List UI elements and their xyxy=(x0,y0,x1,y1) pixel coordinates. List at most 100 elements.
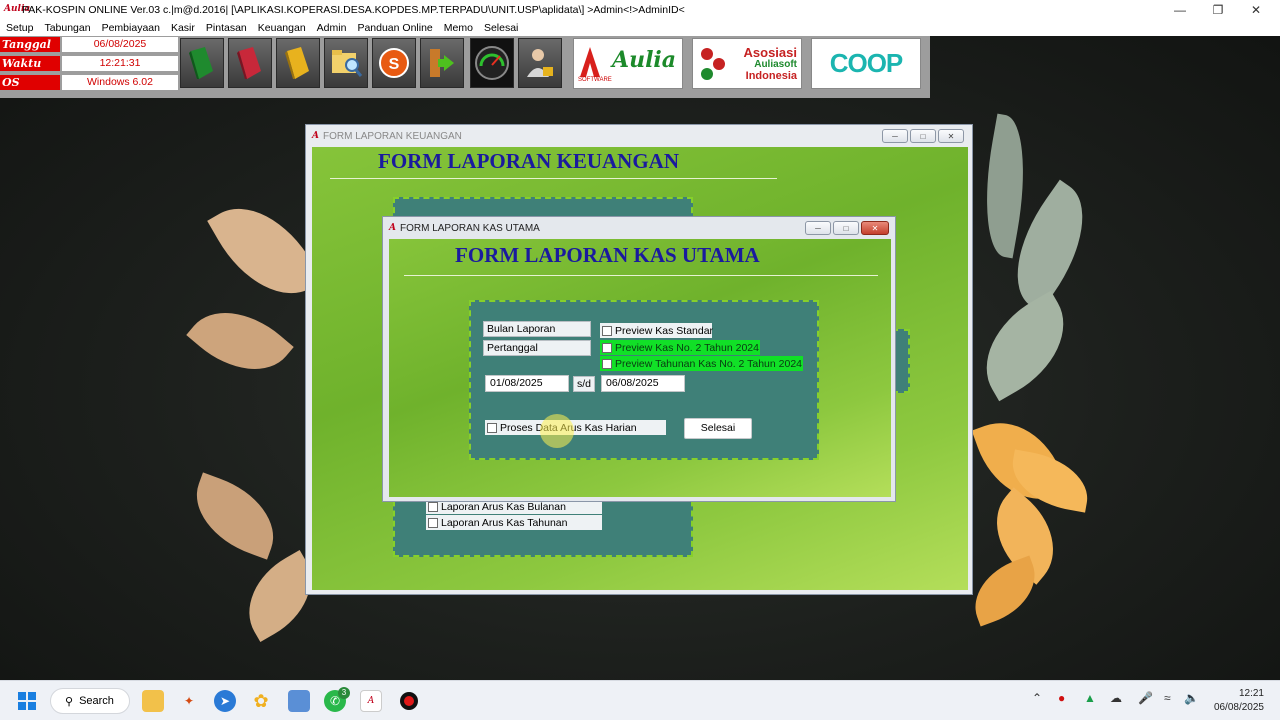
kas-utama-maximize-button[interactable]: □ xyxy=(833,221,859,235)
kas-utama-close-button[interactable]: ✕ xyxy=(861,221,889,235)
menu-bar: Setup Tabungan Pembiayaan Kasir Pintasan… xyxy=(0,20,1280,36)
firefox-fox-icon[interactable]: ✦ xyxy=(178,690,200,712)
asosiasi-line2: Auliasoft xyxy=(754,58,797,70)
keuangan-title-bar: A FORM LAPORAN KEUANGAN xyxy=(306,125,972,147)
kas-utama-options-panel: Bulan Laporan Pertanggal Preview Kas Sta… xyxy=(469,300,819,460)
chevron-up-icon[interactable]: ⌃ xyxy=(1032,691,1042,705)
close-icon[interactable]: ✕ xyxy=(1238,0,1274,20)
kas-utama-minimize-button[interactable]: ─ xyxy=(805,221,831,235)
taskbar-search[interactable]: ⚲ Search xyxy=(50,688,130,714)
app-logo-icon: Aulia xyxy=(4,4,31,14)
date-to-input[interactable]: 06/08/2025 xyxy=(601,375,685,392)
menu-admin[interactable]: Admin xyxy=(317,22,347,34)
selesai-button[interactable]: Selesai xyxy=(684,418,752,439)
laporan-arus-kas-tahunan-label: Laporan Arus Kas Tahunan xyxy=(441,516,568,529)
info-row-tanggal: Tanggal 06/08/2025 xyxy=(0,37,178,54)
decorative-leaf xyxy=(186,289,294,393)
menu-memo[interactable]: Memo xyxy=(444,22,473,34)
cursor-highlight xyxy=(540,414,574,448)
kas-utama-form-body: FORM LAPORAN KAS UTAMA Bulan Laporan Per… xyxy=(389,239,891,497)
asosiasi-line3: Indonesia xyxy=(745,69,797,82)
menu-panduan-online[interactable]: Panduan Online xyxy=(357,22,432,34)
asosiasi-line1: Asosiasi xyxy=(743,44,797,60)
bolt-app-icon[interactable]: ✿ xyxy=(250,690,272,712)
preview-tahunan-option[interactable]: Preview Tahunan Kas No. 2 Tahun 2024 xyxy=(600,356,803,371)
menu-kasir[interactable]: Kasir xyxy=(171,22,195,34)
menu-keuangan[interactable]: Keuangan xyxy=(258,22,306,34)
tanggal-value: 06/08/2025 xyxy=(62,37,178,52)
aulia-brand-text: Aulia xyxy=(612,47,677,73)
taskbar: ⚲ Search ✦ ➤ ✿ ✆ 3 A ⌃ ● ▲ ☁ 🎤 ≈ 🔈 12:21… xyxy=(0,680,1280,720)
app-title: PAK-KOSPIN ONLINE Ver.03 c.|m@d.2016| [\… xyxy=(22,4,685,16)
aulia-sub-text: SOFTWARE xyxy=(578,77,612,83)
preview-kas-standar-label: Preview Kas Standar xyxy=(615,324,714,337)
cloud-icon[interactable]: ☁ xyxy=(1110,691,1122,705)
green-book-icon[interactable] xyxy=(180,38,224,88)
whatsapp-badge: 3 xyxy=(338,687,350,699)
drive-icon[interactable]: ▲ xyxy=(1084,691,1096,705)
pertanggal-field[interactable]: Pertanggal xyxy=(483,340,591,356)
sd-label: s/d xyxy=(573,376,595,392)
preview-tahunan-label: Preview Tahunan Kas No. 2 Tahun 2024 xyxy=(615,357,802,370)
minimize-icon[interactable]: — xyxy=(1162,0,1198,20)
search-label: Search xyxy=(79,695,114,707)
checkbox-icon xyxy=(602,342,612,353)
kas-utama-heading-rule xyxy=(404,275,878,276)
speaker-icon[interactable]: 🔈 xyxy=(1184,691,1199,705)
notepad-icon[interactable] xyxy=(288,690,310,712)
keuangan-maximize-button[interactable]: □ xyxy=(910,129,936,143)
info-row-os: OS Windows 6.02 xyxy=(0,75,178,92)
checkbox-icon xyxy=(428,517,438,528)
menu-pintasan[interactable]: Pintasan xyxy=(206,22,247,34)
microphone-icon[interactable]: 🎤 xyxy=(1138,691,1153,705)
waktu-value: 12:21:31 xyxy=(62,56,178,71)
preview-kas-standar-option[interactable]: Preview Kas Standar xyxy=(600,323,714,338)
kas-utama-heading: FORM LAPORAN KAS UTAMA xyxy=(455,243,760,267)
checkbox-icon xyxy=(428,501,438,512)
gauge-icon[interactable] xyxy=(470,38,514,88)
laporan-arus-kas-tahunan-option[interactable]: Laporan Arus Kas Tahunan xyxy=(426,515,602,530)
windows-start-icon[interactable] xyxy=(16,690,38,712)
info-row-waktu: Waktu 12:21:31 xyxy=(0,56,178,73)
red-book-icon[interactable] xyxy=(228,38,272,88)
os-label: OS xyxy=(0,75,60,90)
menu-tabungan[interactable]: Tabungan xyxy=(44,22,90,34)
menu-pembiayaan[interactable]: Pembiayaan xyxy=(102,22,160,34)
recorder-icon[interactable] xyxy=(398,690,420,712)
proses-data-arus-kas-option[interactable]: Proses Data Arus Kas Harian xyxy=(485,420,666,435)
keuangan-close-button[interactable]: ✕ xyxy=(938,129,964,143)
app-title-bar: Aulia PAK-KOSPIN ONLINE Ver.03 c.|m@d.20… xyxy=(0,0,1280,20)
user-lock-icon[interactable] xyxy=(518,38,562,88)
form-laporan-kas-utama-window: A FORM LAPORAN KAS UTAMA ─ □ ✕ FORM LAPO… xyxy=(382,216,896,502)
record-indicator-icon[interactable]: ● xyxy=(1058,691,1065,705)
bulan-laporan-field[interactable]: Bulan Laporan xyxy=(483,321,591,337)
s-coin-icon[interactable]: S xyxy=(372,38,416,88)
checkbox-icon xyxy=(487,422,497,433)
file-explorer-icon[interactable] xyxy=(142,690,164,712)
preview-kas-no2-label: Preview Kas No. 2 Tahun 2024 xyxy=(615,341,759,354)
kas-utama-window-title: FORM LAPORAN KAS UTAMA xyxy=(399,222,540,234)
date-from-input[interactable]: 01/08/2025 xyxy=(485,375,569,392)
wifi-icon[interactable]: ≈ xyxy=(1164,691,1171,705)
keuangan-heading-rule xyxy=(330,178,777,179)
yellow-book-icon[interactable] xyxy=(276,38,320,88)
search-icon: ⚲ xyxy=(65,695,74,708)
menu-selesai[interactable]: Selesai xyxy=(484,22,518,34)
preview-kas-no2-option[interactable]: Preview Kas No. 2 Tahun 2024 xyxy=(600,340,760,355)
menu-setup[interactable]: Setup xyxy=(6,22,33,34)
folder-search-icon[interactable] xyxy=(324,38,368,88)
clock-time: 12:21 xyxy=(1238,688,1264,699)
coop-text: COOP xyxy=(829,48,904,78)
aulia-software-logo: Aulia SOFTWARE xyxy=(573,38,683,89)
keuangan-heading: FORM LAPORAN KEUANGAN xyxy=(378,149,679,173)
tanggal-label: Tanggal xyxy=(0,37,60,52)
checkbox-icon xyxy=(602,325,612,336)
keuangan-window-title: FORM LAPORAN KEUANGAN xyxy=(322,130,462,142)
browser-icon[interactable]: ➤ xyxy=(214,690,236,712)
aulia-app-icon[interactable]: A xyxy=(360,690,382,712)
exit-door-icon[interactable] xyxy=(420,38,464,88)
keuangan-minimize-button[interactable]: ─ xyxy=(882,129,908,143)
taskbar-clock[interactable]: 12:21 06/08/2025 xyxy=(1214,687,1264,715)
decorative-leaf xyxy=(182,472,288,560)
restore-icon[interactable]: ❐ xyxy=(1200,0,1236,20)
